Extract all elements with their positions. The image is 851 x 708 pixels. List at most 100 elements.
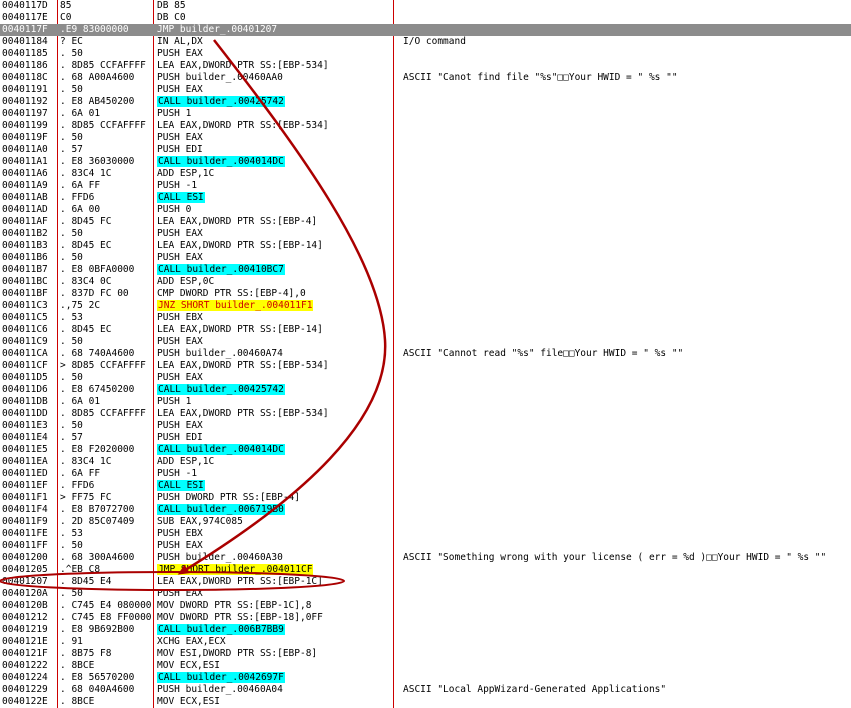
comment-cell	[403, 564, 849, 576]
instruction-text: MOV ESI,DWORD PTR SS:[EBP-8]	[157, 648, 318, 659]
disasm-row[interactable]: 004011B2 . 50 PUSH EAX	[0, 228, 851, 240]
disasm-row[interactable]: 004011BF . 837D FC 00 CMP DWORD PTR SS:[EB…	[0, 288, 851, 300]
disasm-row[interactable]: 004011CF > 8D85 CCFAFFFF LEA EAX,DWORD PTR…	[0, 360, 851, 372]
hex-dump-cell: . 83C4 0C	[60, 276, 112, 287]
disasm-row[interactable]: 0040121E . 91 XCHG EAX,ECX	[0, 636, 851, 648]
disasm-row[interactable]: 004011F1 > FF75 FC PUSH DWORD PTR SS:[EBP-…	[0, 492, 851, 504]
disasm-row[interactable]: 00401224 . E8 56570200 CALL builder_.00426…	[0, 672, 851, 684]
hex-dump-cell: . 57	[60, 432, 83, 443]
address-cell: 0040121F	[2, 648, 48, 659]
hex-dump-cell: . 53	[60, 312, 83, 323]
disasm-row[interactable]: 004011C3 .,75 2C JNZ SHORT builder_.004011…	[0, 300, 851, 312]
disassembly-cell: ADD ESP,0C	[157, 276, 392, 288]
disassembly-cell: JMP SHORT builder_.004011CF	[157, 564, 392, 576]
hex-dump-cell: . 8D85 CCFAFFFF	[60, 120, 146, 131]
disasm-row[interactable]: 004011A1 . E8 36030000 CALL builder_.00401…	[0, 156, 851, 168]
disasm-row[interactable]: 004011E4 . 57 PUSH EDI	[0, 432, 851, 444]
disasm-row[interactable]: 004011D5 . 50 PUSH EAX	[0, 372, 851, 384]
disasm-row[interactable]: 004011AB . FFD6 CALL ESI	[0, 192, 851, 204]
disasm-row[interactable]: 00401229 . 68 040A4600 PUSH builder_.00460…	[0, 684, 851, 696]
hex-dump-cell: . 8D45 EC	[60, 240, 112, 251]
hex-dump-cell: . 6A 00	[60, 204, 101, 215]
comment-cell	[403, 180, 849, 192]
disasm-row[interactable]: 00401197 . 6A 01 PUSH 1	[0, 108, 851, 120]
disasm-row[interactable]: 004011B7 . E8 0BFA0000 CALL builder_.00410…	[0, 264, 851, 276]
instruction-text: PUSH builder_.00460AA0	[157, 72, 283, 83]
disasm-row[interactable]: 0040120A . 50 PUSH EAX	[0, 588, 851, 600]
address-cell: 004011CA	[2, 348, 48, 359]
disasm-row[interactable]: 00401207 . 8D45 E4 LEA EAX,DWORD PTR SS:[E…	[0, 576, 851, 588]
instruction-text: CALL builder_.00425742	[157, 96, 285, 107]
disasm-row[interactable]: 00401200 . 68 300A4600 PUSH builder_.00460…	[0, 552, 851, 564]
instruction-text: LEA EAX,DWORD PTR SS:[EBP-534]	[157, 408, 329, 419]
disasm-row[interactable]: 004011AD . 6A 00 PUSH 0	[0, 204, 851, 216]
disasm-row[interactable]: 004011E3 . 50 PUSH EAX	[0, 420, 851, 432]
disasm-row[interactable]: 004011C5 . 53 PUSH EBX	[0, 312, 851, 324]
disasm-row[interactable]: 00401205 .^EB C8 JMP SHORT builder_.004011…	[0, 564, 851, 576]
disasm-row[interactable]: 00401191 . 50 PUSH EAX	[0, 84, 851, 96]
disasm-row[interactable]: 004011C6 . 8D45 EC LEA EAX,DWORD PTR SS:[E…	[0, 324, 851, 336]
address-cell: 004011FF	[2, 540, 48, 551]
instruction-text: LEA EAX,DWORD PTR SS:[EBP-4]	[157, 216, 318, 227]
disasm-row[interactable]: 0040120B . C745 E4 080000 MOV DWORD PTR SS…	[0, 600, 851, 612]
disasm-row[interactable]: 0040122E . 8BCE MOV ECX,ESI	[0, 696, 851, 708]
disasm-row[interactable]: 004011A6 . 83C4 1C ADD ESP,1C	[0, 168, 851, 180]
disasm-row[interactable]: 004011B3 . 8D45 EC LEA EAX,DWORD PTR SS:[E…	[0, 240, 851, 252]
address-cell: 004011A6	[2, 168, 48, 179]
disasm-row[interactable]: 004011E5 . E8 F2020000 CALL builder_.00401…	[0, 444, 851, 456]
disassembly-pane[interactable]: 0040117D 85 DB 85 0040117E C0 DB C0 0040117F .E…	[0, 0, 851, 708]
disasm-row[interactable]: 0040118C . 68 A00A4600 PUSH builder_.00460…	[0, 72, 851, 84]
disasm-row[interactable]: 004011DD . 8D85 CCFAFFFF LEA EAX,DWORD PTR…	[0, 408, 851, 420]
hex-dump-cell: . C745 E8 FF0000	[60, 612, 152, 623]
instruction-text: PUSH builder_.00460A04	[157, 684, 283, 695]
comment-cell	[403, 252, 849, 264]
disasm-row[interactable]: 0040117D 85 DB 85	[0, 0, 851, 12]
disasm-row[interactable]: 004011B6 . 50 PUSH EAX	[0, 252, 851, 264]
instruction-text: PUSH 1	[157, 396, 192, 407]
address-cell: 004011E3	[2, 420, 48, 431]
instruction-text: PUSH DWORD PTR SS:[EBP-4]	[157, 492, 300, 503]
disasm-row[interactable]: 00401186 . 8D85 CCFAFFFF LEA EAX,DWORD PTR…	[0, 60, 851, 72]
disasm-row[interactable]: 00401222 . 8BCE MOV ECX,ESI	[0, 660, 851, 672]
disasm-row[interactable]: 004011F4 . E8 B7072700 CALL builder_.00671…	[0, 504, 851, 516]
disasm-row[interactable]: 0040121F . 8B75 F8 MOV ESI,DWORD PTR SS:[E…	[0, 648, 851, 660]
disasm-row[interactable]: 004011BC . 83C4 0C ADD ESP,0C	[0, 276, 851, 288]
disasm-row[interactable]: 00401184 ? EC IN AL,DX I/O command	[0, 36, 851, 48]
hex-dump-cell: . 68 A00A4600	[60, 72, 135, 83]
disasm-row[interactable]: 00401212 . C745 E8 FF0000 MOV DWORD PTR SS…	[0, 612, 851, 624]
disassembly-cell: MOV DWORD PTR SS:[EBP-18],0FF	[157, 612, 392, 624]
disasm-row[interactable]: 004011FE . 53 PUSH EBX	[0, 528, 851, 540]
disasm-row[interactable]: 004011ED . 6A FF PUSH -1	[0, 468, 851, 480]
disasm-row[interactable]: 00401199 . 8D85 CCFAFFFF LEA EAX,DWORD PTR…	[0, 120, 851, 132]
disassembly-rows: 0040117D 85 DB 85 0040117E C0 DB C0 0040117F .E…	[0, 0, 851, 708]
disasm-row[interactable]: 004011A9 . 6A FF PUSH -1	[0, 180, 851, 192]
address-cell: 004011B7	[2, 264, 48, 275]
disasm-row[interactable]: 004011C9 . 50 PUSH EAX	[0, 336, 851, 348]
disasm-row[interactable]: 0040119F . 50 PUSH EAX	[0, 132, 851, 144]
disasm-row[interactable]: 004011AF . 8D45 FC LEA EAX,DWORD PTR SS:[E…	[0, 216, 851, 228]
instruction-text: PUSH EBX	[157, 312, 203, 323]
disasm-row[interactable]: 00401192 . E8 AB450200 CALL builder_.00425…	[0, 96, 851, 108]
instruction-text: PUSH builder_.00460A30	[157, 552, 283, 563]
disasm-row[interactable]: 00401185 . 50 PUSH EAX	[0, 48, 851, 60]
hex-dump-cell: . 2D 85C07409	[60, 516, 135, 527]
disassembly-cell: PUSH builder_.00460A04	[157, 684, 392, 696]
disasm-row[interactable]: 004011EF . FFD6 CALL ESI	[0, 480, 851, 492]
address-cell: 0040117D	[2, 0, 48, 11]
hex-dump-cell: . 8D45 E4	[60, 576, 112, 587]
disasm-row[interactable]: 004011CA . 68 740A4600 PUSH builder_.00460…	[0, 348, 851, 360]
instruction-text: PUSH 0	[157, 204, 192, 215]
disasm-row[interactable]: 004011EA . 83C4 1C ADD ESP,1C	[0, 456, 851, 468]
disasm-row[interactable]: 0040117F .E9 83000000 JMP builder_.0040120…	[0, 24, 851, 36]
disasm-row[interactable]: 004011F9 . 2D 85C07409 SUB EAX,974C085	[0, 516, 851, 528]
address-cell: 004011B2	[2, 228, 48, 239]
disasm-row[interactable]: 004011D6 . E8 67450200 CALL builder_.00425…	[0, 384, 851, 396]
disasm-row[interactable]: 004011DB . 6A 01 PUSH 1	[0, 396, 851, 408]
hex-dump-cell: . 57	[60, 144, 83, 155]
comment-cell	[403, 312, 849, 324]
comment-cell	[403, 600, 849, 612]
disasm-row[interactable]: 004011A0 . 57 PUSH EDI	[0, 144, 851, 156]
disasm-row[interactable]: 00401219 . E8 9B692B00 CALL builder_.006B7…	[0, 624, 851, 636]
disasm-row[interactable]: 0040117E C0 DB C0	[0, 12, 851, 24]
disasm-row[interactable]: 004011FF . 50 PUSH EAX	[0, 540, 851, 552]
